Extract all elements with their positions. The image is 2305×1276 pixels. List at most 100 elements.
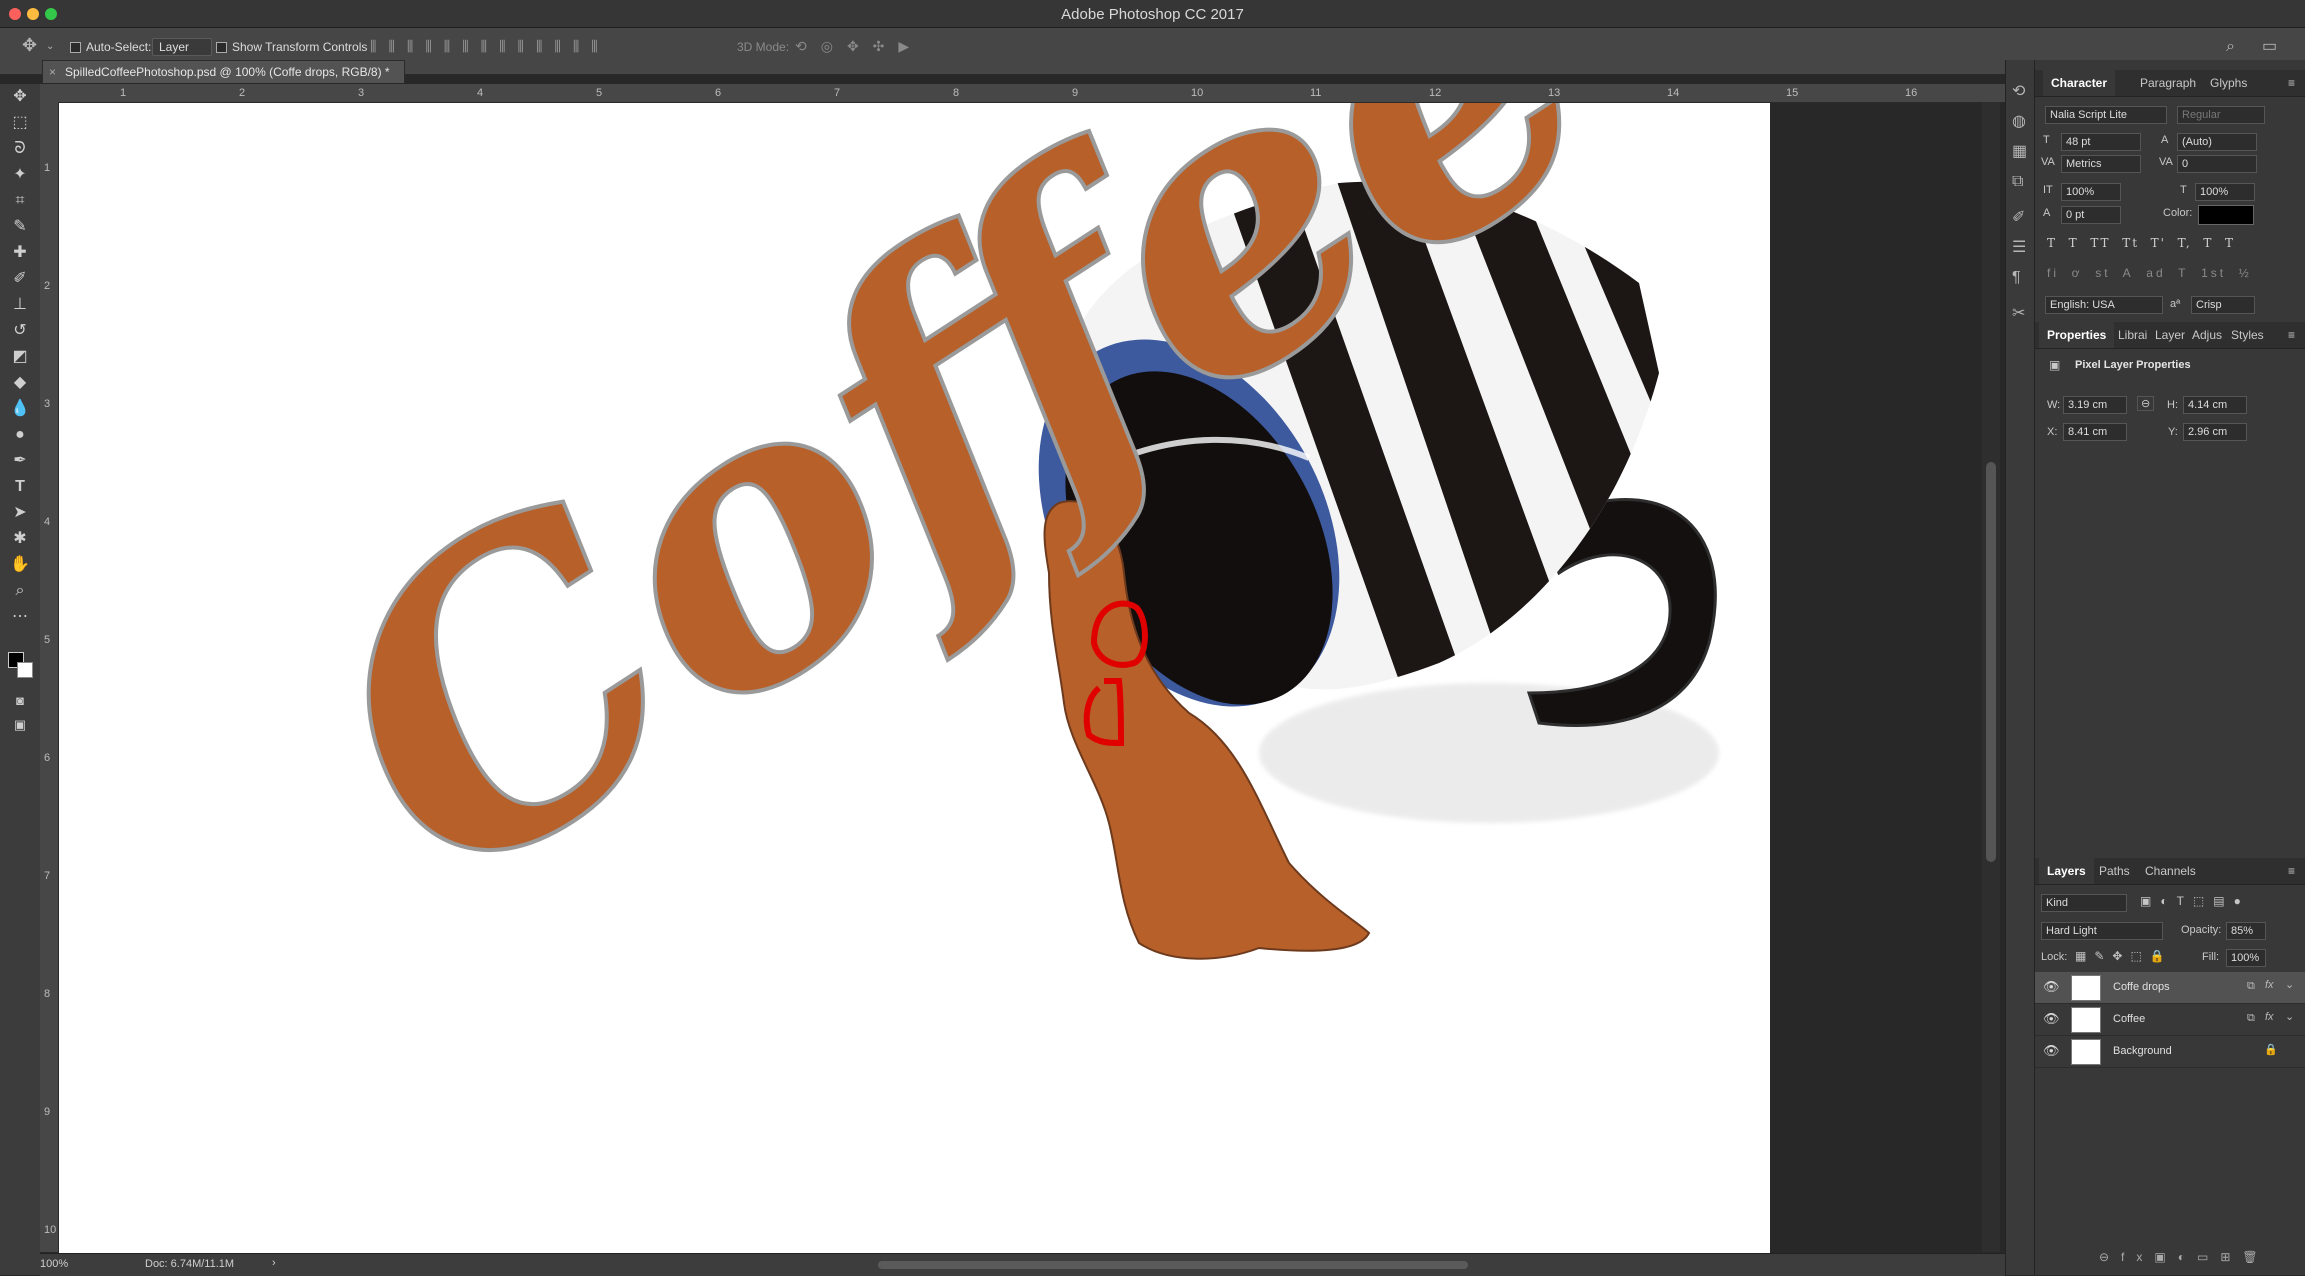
move-tool-icon[interactable]: ✥ [22,36,37,54]
marquee-tool-icon[interactable]: ⬚ [8,112,32,134]
tab-layers[interactable]: Layers [2039,858,2094,884]
paragraph-styles-icon[interactable]: ¶ [2012,270,2021,286]
horizontal-scroll-thumb[interactable] [878,1261,1468,1269]
close-tab-icon[interactable]: × [49,61,56,83]
layer-row[interactable]: 👁 Background 🔒 [2035,1036,2305,1068]
brush-panel-icon[interactable]: ✐ [2012,210,2025,226]
pen-tool-icon[interactable]: ✒ [8,450,32,472]
strikethrough-button[interactable]: T [2225,236,2235,250]
tracking-field[interactable]: 0 [2177,155,2257,173]
fx-icon[interactable]: fx [2265,979,2274,991]
search-icon[interactable]: ⌕ [2226,39,2235,55]
zoom-tool-icon[interactable]: ⌕ [8,580,32,602]
fractions-button[interactable]: ½ [2239,266,2252,280]
move-tool-icon[interactable]: ✥ [8,86,32,108]
expand-effects-chevron-icon[interactable]: ⌄ [2285,1010,2294,1023]
font-family-select[interactable]: Nalia Script Lite [2045,106,2167,124]
small-caps-button[interactable]: Tt [2122,236,2139,250]
y-field[interactable]: 2.96 cm [2183,423,2247,441]
language-select[interactable]: English: USA [2045,296,2163,314]
workspace-icon[interactable]: ▭ [2262,39,2277,55]
tab-layer-comps[interactable]: Layer [2155,322,2185,348]
color-panel-icon[interactable]: ◍ [2012,114,2026,130]
layers-bottom-actions[interactable]: ⊖fx▣◐▭⊞🗑 [2099,1250,2299,1264]
healing-brush-tool-icon[interactable]: ✚ [8,242,32,264]
underline-button[interactable]: T [2203,236,2213,250]
ligatures-button[interactable]: fi [2047,266,2059,280]
fill-field[interactable]: 100% [2226,949,2266,967]
layer-name[interactable]: Background [2113,1045,2172,1057]
discretionary-ligatures-button[interactable]: st [2095,266,2110,280]
blend-mode-select[interactable]: Hard Light [2041,922,2163,940]
screen-mode-icon[interactable]: ▣ [8,714,32,736]
swatches-panel-icon[interactable]: ▦ [2012,144,2027,160]
panel-menu-icon[interactable]: ≡ [2288,858,2295,884]
tab-properties[interactable]: Properties [2039,322,2115,348]
status-menu-chevron-icon[interactable]: › [272,1257,276,1269]
visibility-eye-icon[interactable]: 👁 [2043,1011,2060,1027]
layer-name[interactable]: Coffe drops [2113,981,2170,993]
crop-tool-icon[interactable]: ⌗ [8,190,32,212]
type-tool-icon[interactable]: T [8,476,32,498]
auto-select-dropdown[interactable]: Layer [152,38,212,56]
tool-preset-chevron-icon[interactable]: ⌄ [46,39,54,55]
adjustments-panel-icon[interactable]: ☰ [2012,240,2026,256]
layer-row[interactable]: 👁 Coffee ⧉ fx ⌄ [2035,1004,2305,1036]
fx-icon[interactable]: fx [2265,1011,2274,1023]
text-color-swatch[interactable] [2198,205,2254,225]
tab-adjustments[interactable]: Adjus [2192,322,2222,348]
magic-wand-tool-icon[interactable]: ✦ [8,164,32,186]
opacity-field[interactable]: 85% [2226,922,2266,940]
eyedropper-tool-icon[interactable]: ✎ [8,216,32,238]
lasso-tool-icon[interactable]: ᘐ [8,138,32,160]
subscript-button[interactable]: T, [2178,236,2192,250]
font-size-field[interactable]: 48 pt [2061,133,2141,151]
quick-mask-icon[interactable]: ◙ [8,690,32,712]
tab-paths[interactable]: Paths [2099,858,2130,884]
align-distribute-icons[interactable]: ⫼⫼⫼⫼⫼⫼⫼⫼⫼⫼⫼⫼⫼ [370,38,700,58]
show-transform-controls-checkbox[interactable]: Show Transform Controls [216,40,367,54]
kerning-field[interactable]: Metrics [2061,155,2141,173]
tool-presets-icon[interactable]: ✂ [2012,306,2025,322]
zoom-level[interactable]: 100% [40,1258,68,1270]
panel-menu-icon[interactable]: ≡ [2288,70,2295,96]
background-color-swatch[interactable] [17,662,33,678]
type-style-buttons[interactable]: T T TT Tt T' T, T T [2047,236,2277,252]
titling-button[interactable]: T [2178,266,2188,280]
tab-glyphs[interactable]: Glyphs [2210,70,2247,96]
font-style-select[interactable]: Regular [2177,106,2265,124]
visibility-eye-icon[interactable]: 👁 [2043,1043,2060,1059]
dodge-tool-icon[interactable]: ● [8,424,32,446]
tab-character[interactable]: Character [2043,70,2116,96]
layer-filter-kind-select[interactable]: Kind [2041,894,2127,912]
tab-paragraph[interactable]: Paragraph [2140,70,2196,96]
tab-styles[interactable]: Styles [2231,322,2264,348]
path-selection-tool-icon[interactable]: ➤ [8,502,32,524]
all-caps-button[interactable]: TT [2090,236,2110,250]
lock-icons[interactable]: ▦✎✥⬚🔒 [2075,949,2173,963]
hand-tool-icon[interactable]: ✋ [8,554,32,576]
ordinals-button[interactable]: 1st [2201,266,2226,280]
layer-row[interactable]: 👁 Coffe drops ⧉ fx ⌄ [2035,972,2305,1004]
blur-tool-icon[interactable]: 💧 [8,398,32,420]
swash-button[interactable]: A [2123,266,2134,280]
auto-select-checkbox[interactable]: Auto-Select: [70,40,151,54]
horizontal-scale-field[interactable]: 100% [2195,183,2255,201]
document-tab[interactable]: × SpilledCoffeePhotoshop.psd @ 100% (Cof… [42,60,405,83]
panel-menu-icon[interactable]: ≡ [2288,322,2295,348]
document-canvas[interactable]: Coffee [59,103,1770,1253]
tab-libraries[interactable]: Librai [2118,322,2147,348]
clone-stamp-tool-icon[interactable]: ⊥ [8,294,32,316]
leading-field[interactable]: (Auto) [2177,133,2257,151]
superscript-button[interactable]: T' [2151,236,2166,250]
stylistic-alternates-button[interactable]: ad [2146,266,2165,280]
vertical-scroll-thumb[interactable] [1986,462,1996,862]
libraries-panel-icon[interactable]: ⧉ [2012,174,2023,190]
layer-name[interactable]: Coffee [2113,1013,2145,1025]
custom-shape-tool-icon[interactable]: ✱ [8,528,32,550]
height-field[interactable]: 4.14 cm [2183,396,2247,414]
brush-tool-icon[interactable]: ✐ [8,268,32,290]
link-dimensions-icon[interactable]: ⊖ [2137,396,2155,411]
x-field[interactable]: 8.41 cm [2063,423,2127,441]
width-field[interactable]: 3.19 cm [2063,396,2127,414]
